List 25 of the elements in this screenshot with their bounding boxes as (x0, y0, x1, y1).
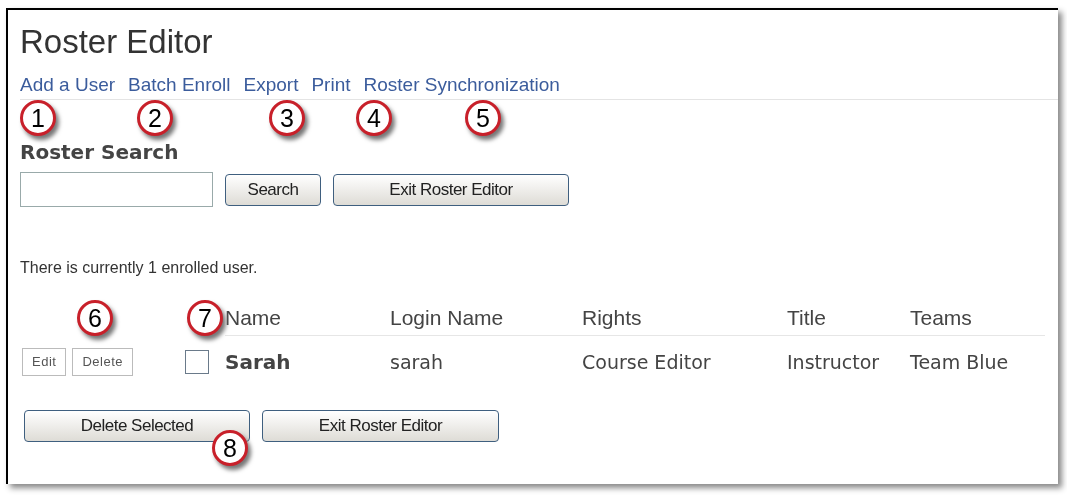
nav-link[interactable]: Print (311, 73, 351, 97)
table-cell: sarah (390, 350, 444, 373)
column-header: Name (225, 305, 390, 336)
nav-link[interactable]: Roster Synchronization (363, 73, 560, 97)
column-header: Rights (582, 305, 787, 336)
exit-button[interactable]: Exit Roster Editor (333, 173, 569, 206)
status-text: There is currently 1 enrolled user. (20, 259, 258, 277)
nav-link[interactable]: Batch Enroll (128, 73, 231, 97)
nav-link[interactable]: Add a User (20, 73, 116, 97)
search-button[interactable]: Search (225, 173, 321, 206)
table-cell: Sarah (225, 350, 291, 374)
table-cell: Course Editor (582, 350, 711, 373)
delete-button[interactable]: Delete (72, 348, 133, 376)
column-header: Login Name (390, 305, 582, 336)
column-header: Title (787, 305, 910, 336)
exit-button[interactable]: Exit Roster Editor (262, 410, 499, 442)
search-field[interactable] (20, 172, 213, 207)
nav-link[interactable]: Export (243, 73, 299, 97)
page-title: Roster Editor (20, 22, 213, 62)
column-header: Teams (910, 305, 1045, 336)
search-heading: Roster Search (20, 140, 179, 164)
edit-button[interactable]: Edit (22, 348, 67, 376)
table-cell: Instructor (787, 350, 880, 373)
row-checkbox[interactable] (185, 350, 209, 374)
table-cell: Team Blue (910, 350, 1009, 373)
